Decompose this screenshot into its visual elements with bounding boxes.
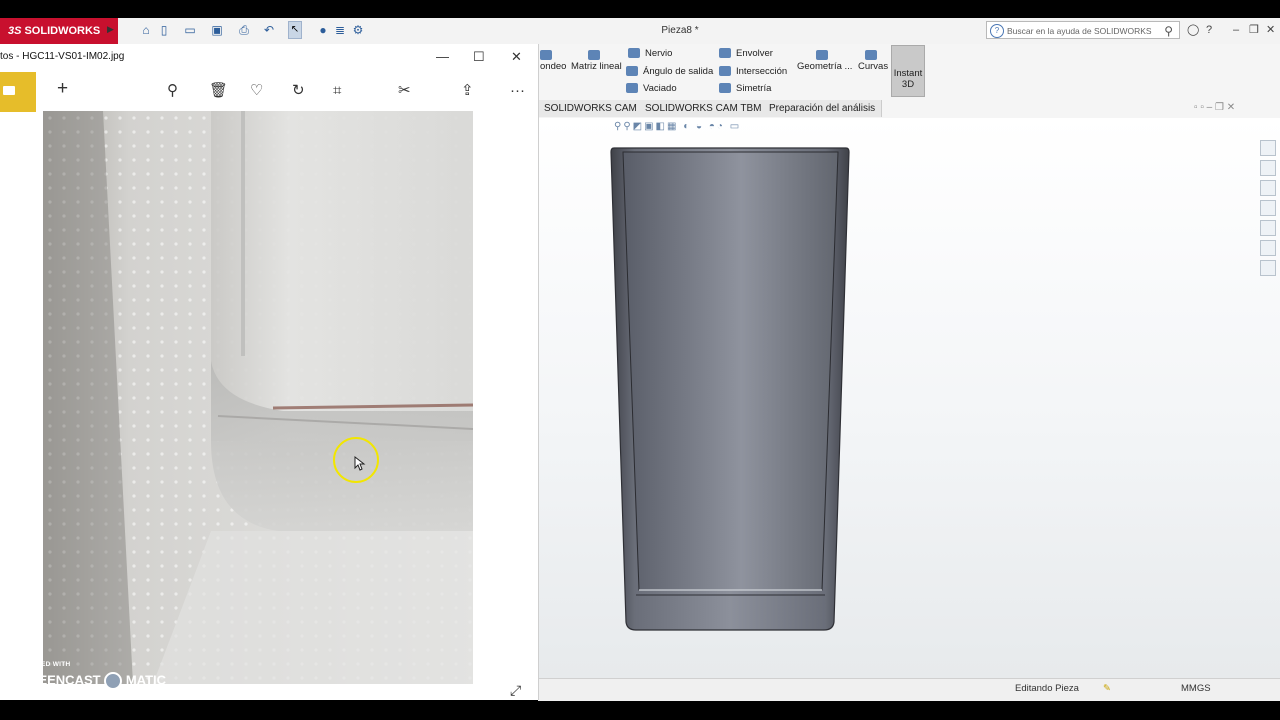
print-icon[interactable]: ⎙	[237, 23, 251, 37]
status-bar: Editando Pieza ✎ MMGS	[538, 678, 1280, 701]
screencast-logo-icon	[104, 672, 123, 690]
photos-close-button[interactable]: ✕	[511, 48, 522, 66]
ribbon-nervio[interactable]: Nervio	[628, 48, 672, 59]
intersect-icon	[719, 66, 731, 77]
delete-icon[interactable]: 🗑	[209, 82, 228, 100]
tab-solidworks-cam-tbm[interactable]: SOLIDWORKS CAM TBM	[639, 100, 769, 117]
home-icon[interactable]: ⌂	[139, 23, 153, 37]
rebuild-status-icon[interactable]: ✎	[1103, 683, 1111, 694]
minimize-button[interactable]: –	[1233, 22, 1239, 38]
ribbon-simetria[interactable]: Simetría	[719, 83, 771, 94]
ribbon-redondeo[interactable]: ondeo	[540, 50, 566, 72]
help-question-icon: ?	[990, 24, 1004, 38]
curves-icon	[864, 50, 877, 61]
options-gear-icon[interactable]: ⚙	[351, 23, 365, 37]
task-pane-home-icon[interactable]	[1260, 140, 1276, 156]
save-icon[interactable]: ▣	[210, 23, 224, 37]
new-document-icon[interactable]: ▯	[157, 23, 171, 37]
fillet-icon	[540, 50, 552, 61]
task-pane-library-icon[interactable]	[1260, 160, 1276, 176]
task-pane-custom-properties-icon[interactable]	[1260, 240, 1276, 256]
graphics-viewport[interactable]: ⚲⚲◩▣◧▦ ◐ ◒ ◓◔ ▭	[538, 118, 1280, 678]
photos-toolbar: + ⚲ 🗑 ♡ ↻ ⌗ ✂ ⇪ ···	[0, 72, 538, 112]
heads-up-view-toolbar[interactable]: ⚲⚲◩▣◧▦ ◐ ◒ ◓◔ ▭	[614, 121, 741, 135]
ribbon-envolver[interactable]: Envolver	[719, 48, 773, 59]
tab-solidworks-cam[interactable]: SOLIDWORKS CAM	[538, 100, 644, 117]
more-options-button[interactable]: ···	[510, 82, 525, 100]
undo-icon[interactable]: ↶	[262, 23, 276, 37]
glass-photo[interactable]	[43, 111, 473, 684]
task-pane-appearances-icon[interactable]	[1260, 220, 1276, 236]
user-icon[interactable]: ◯	[1187, 22, 1199, 38]
open-folder-icon[interactable]: ▭	[183, 23, 197, 37]
photos-title-bar: tos - HGC11-VS01-IM02.jpg — ☐ ✕	[0, 44, 538, 72]
features-ribbon: ondeo Matriz lineal Nervio Ángulo de sal…	[538, 44, 1280, 101]
draft-icon	[626, 66, 638, 77]
ribbon-matriz-lineal[interactable]: Matriz lineal	[571, 50, 622, 72]
favorite-heart-icon[interactable]: ♡	[250, 82, 263, 100]
pane-controls-icon[interactable]: ▫ ▫ – ❐ ✕	[1194, 102, 1235, 113]
ribbon-vaciado[interactable]: Vaciado	[626, 83, 677, 94]
ribbon-geometria[interactable]: Geometría ...	[797, 50, 852, 72]
photos-title: tos - HGC11-VS01-IM02.jpg	[0, 51, 125, 62]
status-editing-part: Editando Pieza	[1015, 683, 1079, 694]
share-icon[interactable]: ⇪	[461, 82, 474, 100]
help-search-input[interactable]: ? Buscar en la ayuda de SOLIDWORKS ⚲	[986, 21, 1180, 39]
zoom-icon[interactable]: ⚲	[167, 82, 178, 100]
photos-gallery-icon[interactable]	[0, 72, 36, 112]
photo-glass-wall	[211, 111, 473, 441]
solidworks-title-bar: 3S SOLIDWORKS ▶ ⌂ ▯ ▭ ▣ ⎙ ↶ ↖ ● ≣ ⚙ Pieza…	[0, 18, 1280, 45]
mirror-icon	[719, 83, 731, 94]
menu-arrow-icon[interactable]: ▶	[107, 24, 114, 35]
task-pane-file-explorer-icon[interactable]	[1260, 180, 1276, 196]
screencast-watermark: RECORDED WITH SCREENCAST MATIC	[11, 661, 166, 690]
glass-3d-model[interactable]	[608, 144, 854, 634]
search-icon[interactable]: ⚲	[1164, 22, 1173, 40]
help-icon[interactable]: ?	[1206, 22, 1212, 38]
ribbon-angulo-salida[interactable]: Ángulo de salida	[626, 66, 713, 77]
edit-draw-icon[interactable]: ✂	[398, 82, 411, 100]
photos-app-window: tos - HGC11-VS01-IM02.jpg — ☐ ✕ + ⚲ 🗑 ♡ …	[0, 44, 539, 700]
crop-icon[interactable]: ⌗	[333, 82, 341, 100]
document-title: Pieza8 *	[661, 25, 699, 36]
close-button[interactable]: ✕	[1266, 22, 1275, 38]
task-pane-forum-icon[interactable]	[1260, 260, 1276, 276]
rebuild-icon[interactable]: ●	[316, 23, 330, 37]
units-indicator[interactable]: MMGS	[1181, 683, 1211, 694]
ribbon-interseccion[interactable]: Intersección	[719, 66, 787, 77]
add-to-button[interactable]: +	[57, 79, 68, 98]
rib-icon	[628, 48, 640, 59]
reference-geometry-icon	[816, 50, 829, 61]
fullscreen-expand-icon[interactable]: ⤢	[510, 682, 521, 699]
select-pointer-icon[interactable]: ↖	[288, 21, 302, 39]
wrap-icon	[719, 48, 731, 59]
linear-pattern-icon	[587, 50, 600, 61]
instant3d-button[interactable]: Instant 3D	[891, 45, 925, 97]
photos-minimize-button[interactable]: —	[436, 48, 449, 66]
cursor-highlight	[333, 437, 379, 483]
command-manager-tabs: SOLIDWORKS CAM SOLIDWORKS CAM TBM Prepar…	[538, 100, 1280, 118]
glass-inner-wall	[622, 151, 839, 591]
rotate-icon[interactable]: ↻	[292, 82, 305, 100]
solidworks-logo[interactable]: 3S SOLIDWORKS	[0, 18, 118, 44]
photos-maximize-button[interactable]: ☐	[473, 48, 485, 66]
shell-icon	[626, 83, 638, 94]
task-pane-view-palette-icon[interactable]	[1260, 200, 1276, 216]
restore-button[interactable]: ❐	[1249, 22, 1259, 38]
tab-preparacion-analisis[interactable]: Preparación del análisis	[763, 100, 883, 117]
ribbon-curvas[interactable]: Curvas	[858, 50, 888, 72]
file-properties-icon[interactable]: ≣	[333, 23, 347, 37]
